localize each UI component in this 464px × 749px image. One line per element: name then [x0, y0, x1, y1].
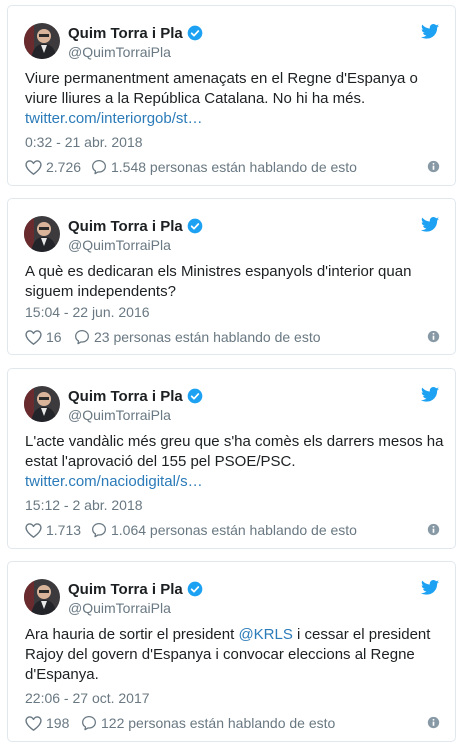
- info-icon[interactable]: [427, 160, 440, 173]
- speech-bubble-icon: [92, 160, 106, 175]
- speech-bubble-icon: [75, 330, 89, 345]
- display-name[interactable]: Quim Torra i Pla: [68, 25, 203, 43]
- avatar[interactable]: [24, 216, 60, 252]
- reply-button[interactable]: 1.064 personas están hablando de esto: [91, 520, 357, 540]
- like-button[interactable]: 198: [25, 713, 69, 733]
- tweet-link[interactable]: twitter.com/interiorgob/st…: [25, 110, 203, 127]
- heart-icon: [25, 329, 42, 345]
- tweet-timestamp[interactable]: 15:12 - 2 abr. 2018: [25, 496, 143, 514]
- speech-bubble-icon: [82, 716, 96, 731]
- tweet-text-line: siguem independents?: [25, 283, 176, 300]
- tweet-text-line: Ara hauria de sortir el president @KRLS …: [25, 625, 445, 645]
- reply-button[interactable]: 122 personas están hablando de esto: [81, 713, 335, 733]
- mention-link[interactable]: @KRLS: [238, 626, 292, 643]
- heart-icon: [25, 715, 42, 731]
- like-count: 198: [46, 715, 70, 731]
- verified-badge-icon: [187, 218, 203, 234]
- tweet-actions: 1.713 1.064 personas están hablando de e…: [25, 520, 445, 540]
- tweet-actions: 198 122 personas están hablando de esto: [25, 713, 445, 733]
- user-handle[interactable]: @QuimTorraiPla: [68, 43, 171, 61]
- reply-button[interactable]: 1.548 personas están hablando de esto: [91, 157, 357, 177]
- talking-count: 122 personas están hablando de esto: [101, 715, 336, 731]
- tweet-card[interactable]: Quim Torra i Pla @QuimTorraiPla A què es…: [7, 198, 456, 355]
- avatar[interactable]: [24, 386, 60, 422]
- like-button[interactable]: 1.713: [25, 520, 81, 540]
- info-icon[interactable]: [427, 523, 440, 536]
- tweet-timestamp[interactable]: 15:04 - 22 jun. 2016: [25, 303, 150, 321]
- tweet-text-line: L'acte vandàlic més greu que s'ha comès …: [25, 433, 444, 450]
- like-button[interactable]: 16: [25, 327, 62, 347]
- tweet-text-line: Viure permanentment amenaçats en el Regn…: [25, 70, 418, 87]
- tweet-text-line: d'Espanya.: [25, 666, 99, 683]
- like-button[interactable]: 2.726: [25, 157, 81, 177]
- like-count: 2.726: [46, 159, 82, 175]
- tweet-text-segment: Ara hauria de sortir el president: [25, 626, 239, 643]
- talking-count: 1.064 personas están hablando de esto: [111, 522, 357, 538]
- display-name[interactable]: Quim Torra i Pla: [68, 218, 203, 236]
- twitter-bird-icon[interactable]: [421, 24, 439, 39]
- tweet-text: L'acte vandàlic més greu que s'ha comès …: [25, 432, 445, 492]
- avatar[interactable]: [24, 579, 60, 615]
- verified-badge-icon: [187, 388, 203, 404]
- like-count: 16: [46, 329, 62, 345]
- twitter-bird-icon[interactable]: [421, 387, 439, 402]
- talking-count: 23 personas están hablando de esto: [94, 329, 321, 345]
- tweet-text-line: viure lliures a la República Catalana. N…: [25, 90, 366, 107]
- tweet-actions: 16 23 personas están hablando de esto: [25, 327, 445, 347]
- tweet-card[interactable]: Quim Torra i Pla @QuimTorraiPla Viure pe…: [7, 5, 456, 186]
- tweet-card[interactable]: Quim Torra i Pla @QuimTorraiPla L'acte v…: [7, 368, 456, 549]
- user-handle[interactable]: @QuimTorraiPla: [68, 406, 171, 424]
- verified-badge-icon: [187, 25, 203, 41]
- info-icon[interactable]: [427, 716, 440, 729]
- tweet-link[interactable]: twitter.com/naciodigital/s…: [25, 473, 203, 490]
- display-name[interactable]: Quim Torra i Pla: [68, 388, 203, 406]
- speech-bubble-icon: [92, 523, 106, 538]
- heart-icon: [25, 522, 42, 538]
- talking-count: 1.548 personas están hablando de esto: [111, 159, 357, 175]
- user-handle[interactable]: @QuimTorraiPla: [68, 236, 171, 254]
- tweet-card[interactable]: Quim Torra i Pla @QuimTorraiPla Ara haur…: [7, 561, 456, 742]
- reply-button[interactable]: 23 personas están hablando de esto: [74, 327, 321, 347]
- tweet-timestamp[interactable]: 0:32 - 21 abr. 2018: [25, 133, 143, 151]
- tweet-text: A què es dedicaran els Ministres espanyo…: [25, 262, 445, 302]
- twitter-bird-icon[interactable]: [421, 217, 439, 232]
- tweet-text-line: Rajoy del govern d'Espanya i convocar el…: [25, 646, 415, 663]
- tweet-text-segment: i cessar el president: [292, 626, 431, 643]
- tweet-text-line: A què es dedicaran els Ministres espanyo…: [25, 263, 412, 280]
- verified-badge-icon: [187, 581, 203, 597]
- info-icon[interactable]: [427, 330, 440, 343]
- like-count: 1.713: [46, 522, 82, 538]
- tweet-text-line: estat l'aprovació del 155 pel PSOE/PSC.: [25, 453, 296, 470]
- tweet-actions: 2.726 1.548 personas están hablando de e…: [25, 157, 445, 177]
- tweet-text: Ara hauria de sortir el president @KRLS …: [25, 625, 445, 685]
- heart-icon: [25, 159, 42, 175]
- user-handle[interactable]: @QuimTorraiPla: [68, 599, 171, 617]
- display-name[interactable]: Quim Torra i Pla: [68, 581, 203, 599]
- tweet-text: Viure permanentment amenaçats en el Regn…: [25, 69, 445, 129]
- avatar[interactable]: [24, 23, 60, 59]
- tweet-timestamp[interactable]: 22:06 - 27 oct. 2017: [25, 689, 150, 707]
- twitter-bird-icon[interactable]: [421, 580, 439, 595]
